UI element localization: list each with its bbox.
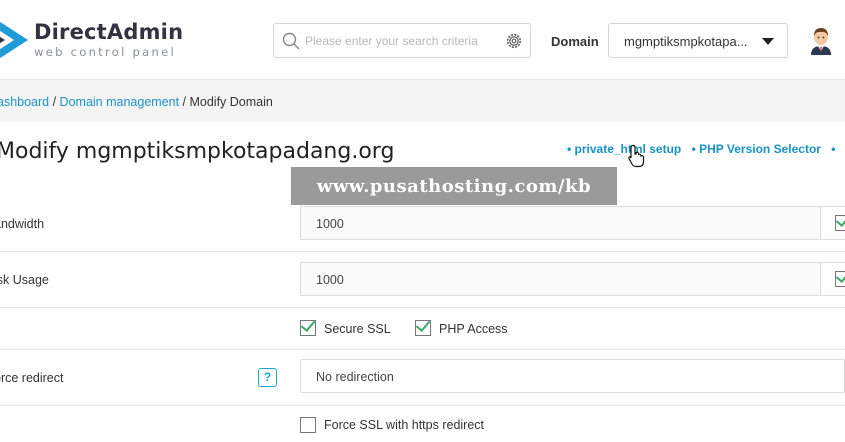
domain-label: Domain [551, 34, 599, 49]
options-row: Secure SSL PHP Access [0, 308, 845, 350]
directadmin-logo-icon[interactable] [0, 18, 28, 62]
force-redirect-select[interactable]: No redirection [300, 359, 845, 393]
php-access-checkbox[interactable] [415, 320, 431, 336]
bandwidth-unlimited-toggle[interactable] [820, 206, 845, 240]
bandwidth-value: 1000 [316, 217, 344, 231]
secure-ssl-label: Secure SSL [324, 322, 391, 336]
bandwidth-row: andwidth 1000 [0, 196, 845, 252]
php-access-label: PHP Access [439, 322, 508, 336]
disk-usage-unlimited-toggle[interactable] [820, 262, 845, 296]
hand-cursor-icon [628, 144, 645, 168]
breadcrumb-current: Modify Domain [189, 95, 273, 109]
breadcrumb-bar: ashboard / Domain management / Modify Do… [0, 80, 845, 122]
search-input[interactable] [305, 30, 493, 52]
force-redirect-label: orce redirect [0, 371, 64, 385]
disk-usage-label: isk Usage [0, 273, 49, 287]
top-header: DirectAdmin web control panel Domain mgm… [0, 0, 845, 80]
brand-name: DirectAdmin [34, 20, 184, 44]
bandwidth-label: andwidth [0, 217, 45, 231]
checkbox-icon [835, 271, 845, 287]
disk-usage-value: 1000 [316, 273, 344, 287]
force-ssl-label: Force SSL with https redirect [324, 418, 485, 432]
domain-select[interactable]: mgmptiksmpkotapa... [608, 23, 788, 58]
secure-ssl-checkbox[interactable] [300, 320, 316, 336]
brand-tagline: web control panel [34, 45, 176, 59]
breadcrumb: ashboard / Domain management / Modify Do… [0, 95, 273, 109]
php-version-selector-link[interactable]: • PHP Version Selector [692, 142, 821, 156]
top-links: • private_html setup • PHP Version Selec… [567, 142, 843, 156]
help-icon[interactable]: ? [258, 368, 277, 387]
breadcrumb-domain-management-link[interactable]: Domain management [60, 95, 180, 109]
disk-usage-input[interactable]: 1000 [300, 262, 830, 296]
more-link[interactable]: • [831, 142, 835, 156]
breadcrumb-separator: / [49, 95, 60, 109]
bandwidth-input[interactable]: 1000 [300, 206, 830, 240]
breadcrumb-dashboard-link[interactable]: ashboard [0, 95, 49, 109]
search-icon [282, 32, 300, 50]
search-box[interactable] [273, 23, 531, 58]
avatar-icon[interactable] [806, 25, 836, 55]
force-ssl-checkbox[interactable] [300, 417, 316, 433]
disk-usage-row: isk Usage 1000 [0, 252, 845, 308]
breadcrumb-separator: / [179, 95, 190, 109]
force-redirect-value: No redirection [316, 370, 394, 384]
checkbox-icon [835, 215, 845, 231]
private-html-setup-link[interactable]: • private_html setup [567, 142, 681, 156]
gear-icon[interactable] [505, 32, 523, 50]
force-redirect-row: orce redirect No redirection [0, 350, 845, 406]
page-title: Modify mgmptiksmpkotapadang.org [0, 139, 395, 164]
chevron-down-icon [762, 38, 774, 45]
domain-select-value: mgmptiksmpkotapa... [624, 34, 748, 49]
